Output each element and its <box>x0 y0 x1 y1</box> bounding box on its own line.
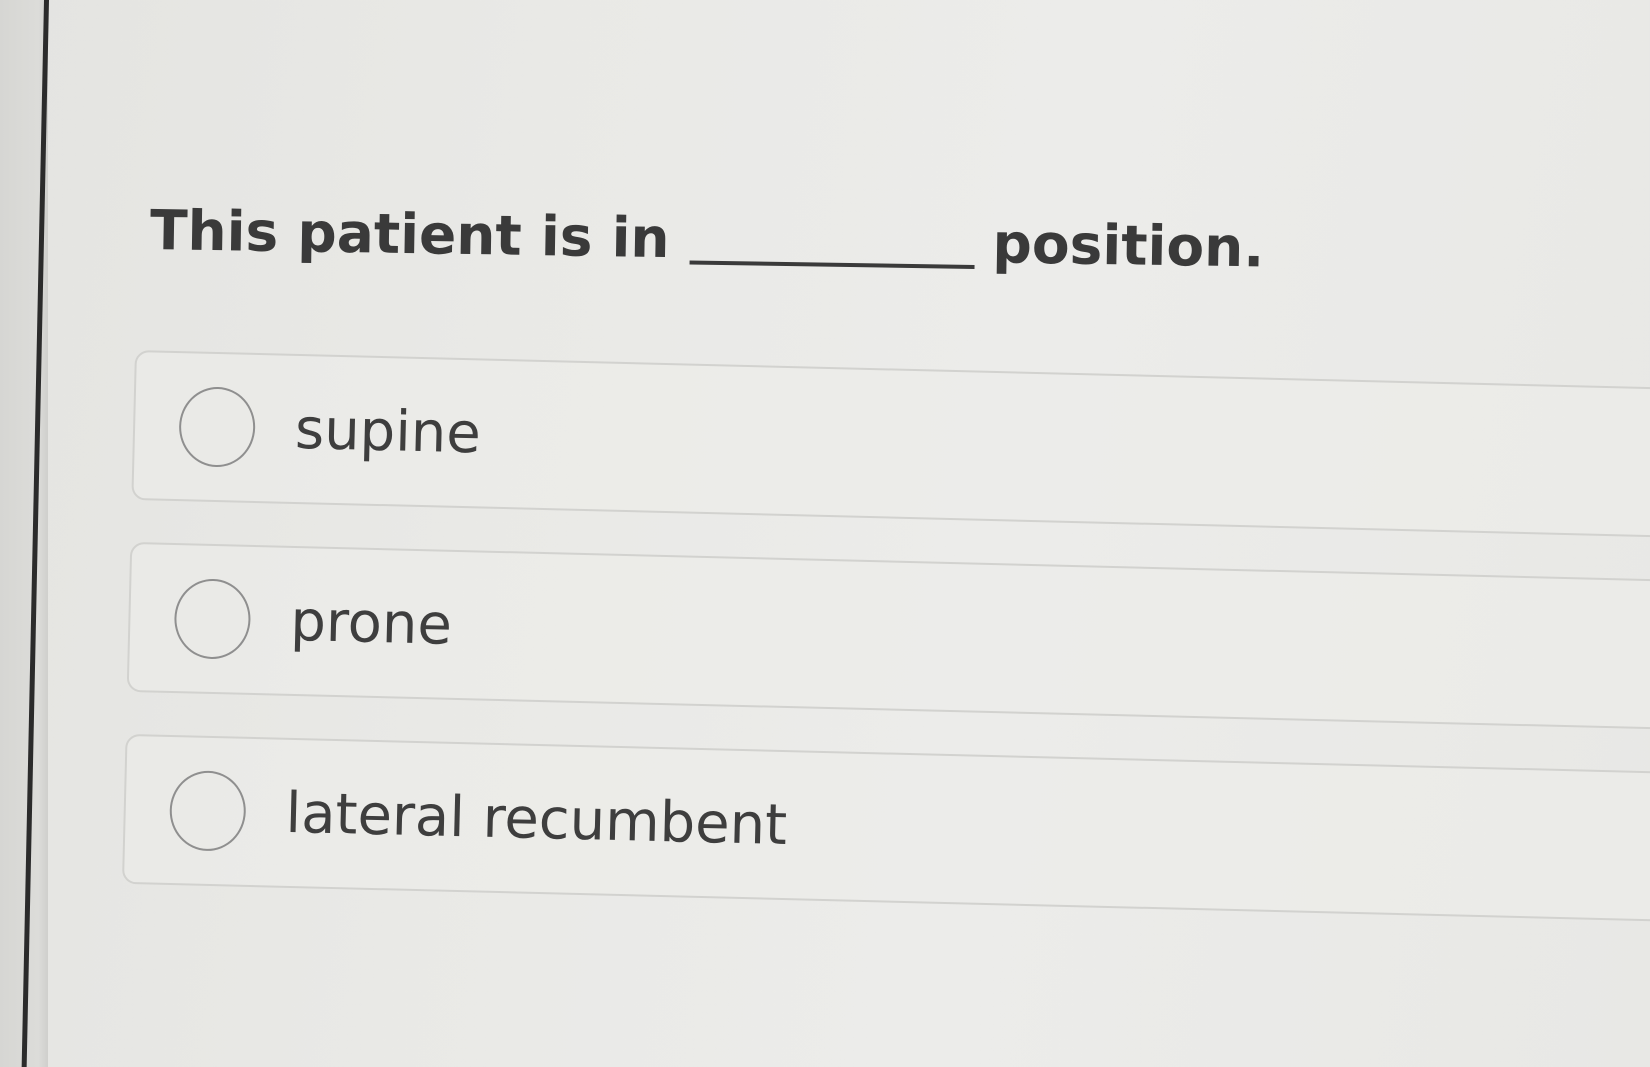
option-label: supine <box>294 396 482 466</box>
radio-button[interactable] <box>168 769 247 852</box>
option-label: prone <box>289 588 453 658</box>
radio-button[interactable] <box>173 578 252 660</box>
question-suffix: position. <box>992 211 1265 280</box>
option-prone[interactable]: prone <box>126 541 1650 731</box>
option-supine[interactable]: supine <box>131 350 1650 540</box>
radio-button[interactable] <box>178 386 257 468</box>
option-label: lateral recumbent <box>284 780 788 858</box>
question-text: This patient is in position. <box>149 198 1264 279</box>
answer-options: supine prone lateral recumbent <box>121 350 1650 965</box>
answer-blank <box>689 260 975 269</box>
question-prefix: This patient is in <box>149 198 671 271</box>
option-lateral-recumbent[interactable]: lateral recumbent <box>121 733 1650 923</box>
